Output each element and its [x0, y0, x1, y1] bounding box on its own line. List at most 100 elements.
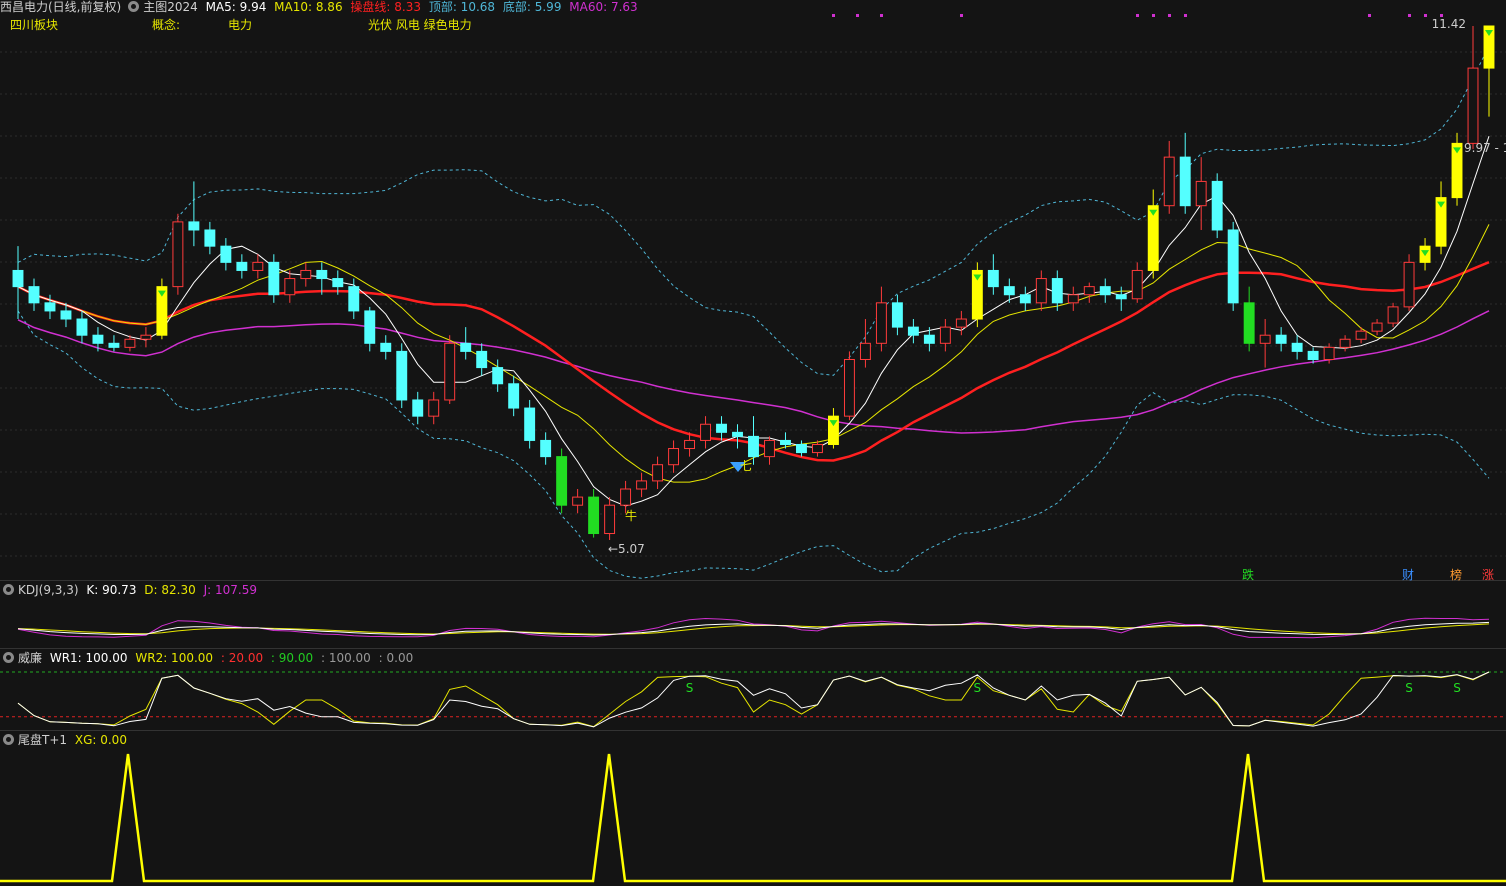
candle-body — [1099, 286, 1111, 296]
candle-body — [1387, 306, 1399, 324]
candle-body — [732, 431, 743, 437]
candle-body — [364, 310, 376, 344]
candle-body — [1115, 294, 1127, 300]
candle-body — [284, 278, 296, 296]
candle-body — [1275, 334, 1287, 344]
candle-body — [1355, 330, 1367, 340]
candle-body — [1051, 278, 1063, 304]
candle-body — [843, 358, 855, 417]
candle-body — [716, 423, 727, 433]
candle-body — [780, 439, 791, 445]
candle-body — [380, 342, 392, 352]
candle-body — [508, 383, 520, 409]
candle-body — [12, 269, 24, 288]
candle-body — [1227, 229, 1239, 304]
candle-body — [236, 261, 248, 271]
candle-body — [348, 286, 360, 312]
candle-body — [428, 399, 440, 417]
candle-body — [859, 342, 871, 360]
candle-body — [748, 435, 759, 458]
candle-body — [44, 302, 56, 312]
candle-body — [76, 318, 88, 336]
candle-body — [1067, 294, 1079, 304]
candle-body — [620, 488, 632, 506]
candle-body — [396, 350, 408, 401]
signal-dot — [1424, 14, 1427, 17]
candle-body — [700, 423, 711, 441]
candle-body — [1083, 286, 1095, 296]
candle-body — [316, 269, 328, 280]
kline-chart[interactable]: 11.42 ←5.07 9.97 - 1 牛 七 S S S S — [0, 0, 1506, 886]
candle-body — [1163, 156, 1175, 207]
upper-band-line — [17, 45, 1490, 376]
wr-s-marker: S — [1405, 681, 1413, 695]
signal-dot — [880, 14, 883, 17]
candle-body — [1003, 286, 1015, 296]
candle-body — [1035, 278, 1047, 304]
candle-body — [636, 480, 648, 490]
signal-dot — [832, 14, 835, 17]
signal-dot — [856, 14, 859, 17]
candle-body — [668, 448, 680, 466]
candle-body — [1131, 269, 1143, 300]
candle-body — [60, 310, 72, 320]
candle-body — [652, 464, 664, 482]
candle-body — [572, 496, 584, 506]
candle-body — [1323, 346, 1335, 360]
candle-body — [1179, 156, 1191, 207]
candle-body — [1019, 294, 1031, 304]
candle-body — [332, 278, 344, 288]
candle-body — [923, 334, 935, 344]
candle-body — [460, 342, 472, 352]
wr-s-marker: S — [1453, 681, 1461, 695]
candle-body — [764, 439, 775, 458]
candle-body — [492, 367, 504, 385]
signal-dot — [1152, 14, 1155, 17]
signal-dot — [1184, 14, 1187, 17]
candle-body — [220, 245, 232, 263]
candle-body — [172, 221, 184, 288]
candle-body — [891, 302, 903, 328]
candle-body — [1259, 334, 1271, 344]
signal-dot — [1408, 14, 1411, 17]
signal-dot — [1136, 14, 1139, 17]
candle-body — [556, 456, 568, 506]
last-price-label: 9.97 - 1 — [1464, 141, 1506, 155]
candle-body — [875, 302, 887, 344]
wr-s-marker: S — [974, 681, 982, 695]
candle-body — [140, 334, 152, 340]
signal-dot — [1368, 14, 1371, 17]
high-price-label: 11.42 — [1432, 17, 1466, 31]
ma60-line — [17, 310, 1490, 434]
niu-marker: 牛 — [625, 508, 637, 523]
candle-body — [955, 318, 967, 328]
candle-body — [92, 334, 104, 344]
candle-body — [796, 443, 807, 454]
candle-body — [28, 286, 40, 304]
candle-body — [412, 399, 424, 417]
candle-body — [907, 326, 919, 336]
candle-body — [604, 504, 616, 535]
candle-body — [204, 229, 216, 247]
signal-dot — [1168, 14, 1171, 17]
candle-body — [444, 342, 456, 401]
low-price-label: ←5.07 — [608, 542, 645, 556]
candle-body — [268, 261, 280, 296]
candle-body — [124, 338, 136, 348]
candle-body — [188, 221, 200, 231]
candle-body — [1307, 350, 1319, 360]
tail-signal-line — [0, 753, 1506, 883]
candle-body — [1211, 180, 1223, 231]
candle-body — [1339, 338, 1351, 348]
signal-dot — [960, 14, 963, 17]
signal-dot — [1440, 14, 1443, 17]
candle-body — [1371, 322, 1383, 332]
candle-body — [540, 439, 552, 458]
candle-body — [476, 350, 488, 369]
qi-marker: 七 — [740, 459, 752, 473]
wr1-line — [17, 671, 1490, 728]
candle-body — [300, 269, 312, 280]
wr2-line — [17, 671, 1490, 728]
candle-body — [524, 407, 536, 441]
candle-body — [1195, 180, 1207, 207]
